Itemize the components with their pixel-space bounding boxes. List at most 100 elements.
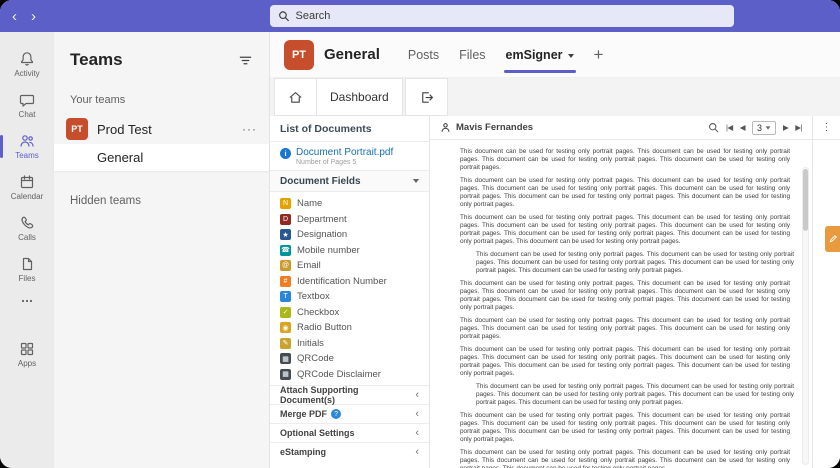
tab-label: emSigner — [506, 48, 563, 62]
right-strip: ⋮ — [812, 116, 840, 468]
page-number: 3 — [757, 123, 762, 133]
tab-label: Files — [459, 48, 485, 62]
panel-title: Teams — [70, 50, 123, 70]
document-field-item[interactable]: ✓ Checkbox — [270, 305, 429, 321]
sidebar-item-teams[interactable]: Teams — [0, 126, 54, 167]
sidebar-item-files[interactable]: Files — [0, 249, 54, 290]
chevron-icon: ‹ — [415, 428, 419, 439]
strip-more-button[interactable]: ⋮ — [813, 116, 840, 140]
channel-tab[interactable]: Posts — [398, 32, 449, 78]
document-field-item[interactable]: ☎ Mobile number — [270, 243, 429, 259]
signature-tag[interactable] — [825, 226, 840, 252]
first-page-button[interactable]: |◀ — [726, 123, 733, 132]
sidebar-item-apps[interactable]: Apps — [0, 334, 54, 375]
field-label: Identification Number — [297, 276, 387, 287]
panel-section[interactable]: Optional Settings ‹ — [270, 423, 429, 442]
calendar-icon — [19, 174, 35, 190]
panel-sections: Attach Supporting Document(s) ‹ Merge PD… — [270, 385, 429, 461]
rail-label: Files — [19, 274, 36, 283]
document-field-item[interactable]: ★ Designation — [270, 227, 429, 243]
field-label: Checkbox — [297, 307, 339, 318]
tab-label: Posts — [408, 48, 439, 62]
team-more-options-icon[interactable]: ··· — [242, 122, 257, 136]
last-page-button[interactable]: ▶| — [795, 123, 802, 132]
field-label: Textbox — [297, 291, 330, 302]
section-label: Attach Supporting Document(s) — [280, 385, 411, 405]
sidebar-item-chat[interactable]: Chat — [0, 85, 54, 126]
document-name-link[interactable]: Document Portrait.pdf — [296, 147, 393, 158]
document-field-item[interactable]: ◉ Radio Button — [270, 320, 429, 336]
teams-window: ‹ › Activity Chat Teams Calendar Calls — [0, 0, 840, 468]
help-icon[interactable]: ? — [331, 409, 341, 419]
document-paragraph: This document can be used for testing on… — [460, 148, 790, 172]
sidebar-more-button[interactable] — [0, 290, 54, 318]
document-field-item[interactable]: T Textbox — [270, 289, 429, 305]
panel-section[interactable]: eStamping ‹ — [270, 442, 429, 461]
previous-page-button[interactable]: ◀ — [740, 123, 745, 132]
emsigner-content: List of Documents i Document Portrait.pd… — [270, 116, 840, 468]
document-field-item[interactable]: D Department — [270, 212, 429, 228]
dashboard-tab[interactable]: Dashboard — [316, 78, 403, 116]
sidebar-item-activity[interactable]: Activity — [0, 44, 54, 85]
files-icon — [19, 256, 35, 272]
viewer-toolbar: Mavis Fernandes |◀ ◀ 3 ▶ ▶| — [430, 116, 812, 140]
field-icon: ★ — [280, 229, 291, 240]
search-box[interactable] — [270, 5, 734, 27]
hidden-teams-label[interactable]: Hidden teams — [54, 171, 269, 231]
sign-out-button[interactable] — [405, 78, 448, 116]
search-input[interactable] — [296, 10, 726, 22]
document-field-item[interactable]: N Name — [270, 196, 429, 212]
person-icon — [440, 122, 451, 133]
document-list-item[interactable]: i Document Portrait.pdf Number of Pages … — [270, 142, 429, 170]
sidebar-item-calendar[interactable]: Calendar — [0, 167, 54, 208]
info-icon[interactable]: i — [280, 148, 291, 159]
document-field-item[interactable]: @ Email — [270, 258, 429, 274]
home-tab[interactable] — [274, 78, 317, 116]
forward-button[interactable]: › — [31, 9, 36, 24]
next-page-button[interactable]: ▶ — [783, 123, 788, 132]
field-label: Department — [297, 214, 347, 225]
chevron-icon: ‹ — [415, 409, 419, 420]
document-page[interactable]: This document can be used for testing on… — [430, 140, 812, 468]
channel-avatar: PT — [284, 40, 314, 70]
field-label: QRCode Disclaimer — [297, 369, 381, 380]
rail-label: Teams — [15, 151, 39, 160]
signer-name: Mavis Fernandes — [456, 122, 533, 133]
filter-button[interactable] — [238, 53, 253, 68]
panel-section[interactable]: Attach Supporting Document(s) ‹ — [270, 385, 429, 404]
back-button[interactable]: ‹ — [12, 9, 17, 24]
document-field-item[interactable]: ▦ QRCode — [270, 351, 429, 367]
your-teams-label: Your teams — [54, 80, 269, 114]
page-number-select[interactable]: 3 — [752, 121, 776, 135]
field-icon: ✎ — [280, 338, 291, 349]
add-tab-button[interactable]: + — [594, 45, 604, 65]
document-paragraph: This document can be used for testing on… — [460, 449, 790, 468]
field-label: Email — [297, 260, 321, 271]
document-paragraph: This document can be used for testing on… — [460, 346, 790, 378]
apps-icon — [19, 341, 35, 357]
channel-tab[interactable]: emSigner — [496, 32, 584, 78]
panel-section[interactable]: Merge PDF ? ‹ — [270, 404, 429, 423]
zoom-icon[interactable] — [708, 122, 719, 133]
document-field-item[interactable]: ✎ Initials — [270, 336, 429, 352]
rail-label: Calls — [18, 233, 36, 242]
scrollbar-thumb[interactable] — [803, 169, 808, 231]
team-item-prod-test[interactable]: PT Prod Test ··· — [54, 114, 269, 144]
field-label: Mobile number — [297, 245, 360, 256]
chevron-down-icon — [766, 126, 771, 129]
field-label: Initials — [297, 338, 324, 349]
filter-icon — [238, 53, 253, 68]
sidebar-item-calls[interactable]: Calls — [0, 208, 54, 249]
rail-label: Activity — [14, 69, 39, 78]
channel-tab[interactable]: Files — [449, 32, 495, 78]
field-icon: ☎ — [280, 245, 291, 256]
document-field-item[interactable]: ▦ QRCode Disclaimer — [270, 367, 429, 383]
channel-item-general[interactable]: General — [54, 144, 269, 171]
section-label: Optional Settings — [280, 428, 355, 438]
document-fields-header[interactable]: Document Fields — [270, 170, 429, 192]
document-text: This document can be used for testing on… — [460, 148, 790, 468]
field-label: Name — [297, 198, 322, 209]
viewer-scrollbar[interactable] — [802, 167, 809, 465]
chat-icon — [19, 92, 35, 108]
document-field-item[interactable]: # Identification Number — [270, 274, 429, 290]
